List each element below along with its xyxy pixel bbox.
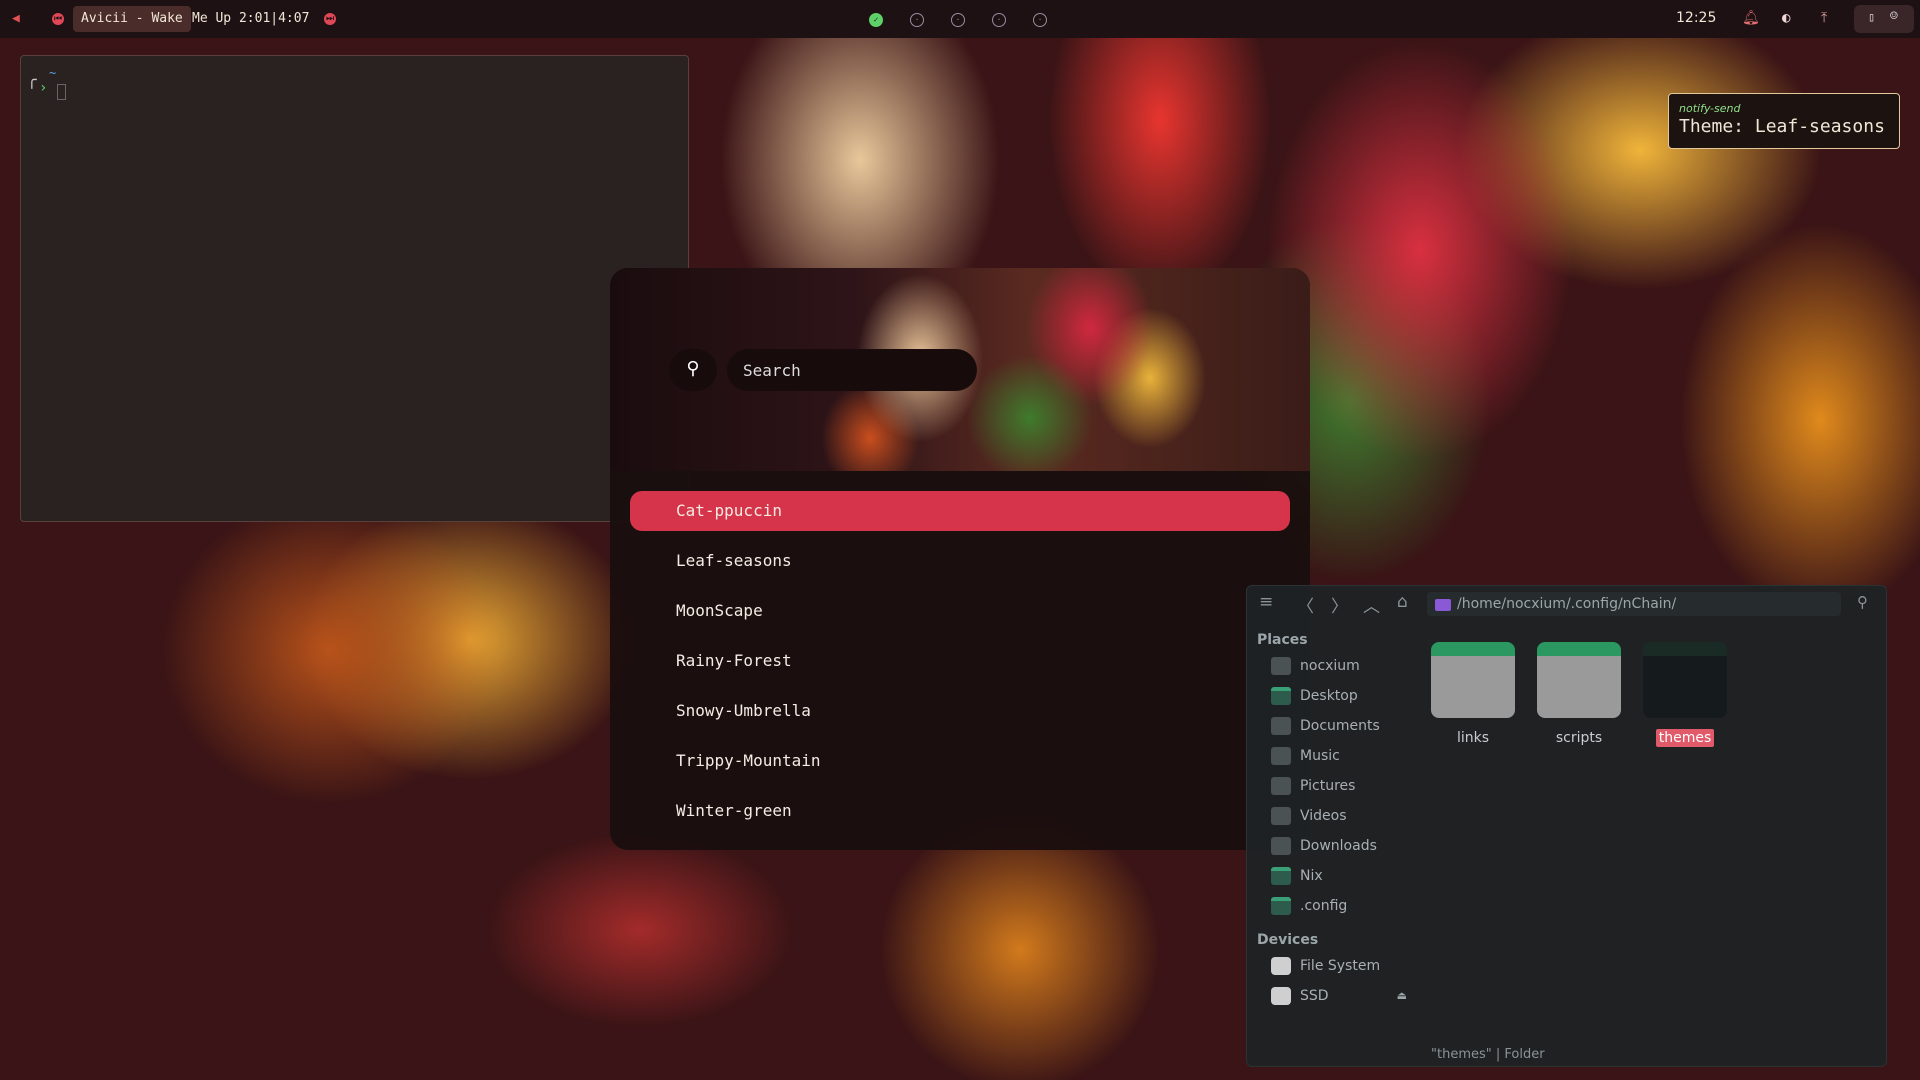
eject-icon[interactable]: ⏏	[1397, 984, 1407, 1008]
terminal-window[interactable]: ╭ ~ ›	[20, 55, 689, 522]
notification-body: Theme: Leaf-seasons	[1679, 116, 1885, 137]
music-folder-icon	[1271, 747, 1291, 765]
sidebar-item-config[interactable]: .config	[1271, 894, 1411, 918]
workspace-3-icon[interactable]: ·	[951, 13, 965, 27]
search-icon[interactable]: ⚲	[669, 349, 717, 391]
sidebar-item-videos[interactable]: Videos	[1271, 804, 1411, 828]
status-bar: "themes" | Folder	[1431, 1047, 1545, 1062]
sidebar-item-documents[interactable]: Documents	[1271, 714, 1411, 738]
folder-icon	[1537, 642, 1621, 718]
sidebar-item-filesystem[interactable]: File System	[1271, 954, 1411, 978]
menu-icon[interactable]: ≡	[1259, 592, 1273, 612]
disk-icon	[1271, 987, 1291, 1005]
toggle-icon[interactable]: ◐	[1782, 10, 1790, 26]
file-label: links	[1456, 730, 1490, 746]
documents-folder-icon	[1271, 717, 1291, 735]
sidebar: Places nocxium Desktop Documents Music P…	[1247, 622, 1417, 1032]
discord-icon[interactable]: ☺	[1890, 9, 1898, 24]
sidebar-item-nix[interactable]: Nix	[1271, 864, 1411, 888]
workspace-5-icon[interactable]: ·	[1033, 13, 1047, 27]
back-icon[interactable]: 〈	[1297, 592, 1314, 617]
clock[interactable]: 12:25	[1676, 10, 1716, 26]
system-tray: ▯ ☺	[1854, 5, 1914, 33]
list-item[interactable]: Cat-ppuccin	[630, 491, 1290, 531]
sidebar-item-music[interactable]: Music	[1271, 744, 1411, 768]
file-manager-window: ≡ 〈 〉 ︿ ⌂ /home/nocxium/.config/nChain/ …	[1246, 585, 1887, 1067]
phone-icon[interactable]: ▯	[1868, 10, 1875, 24]
list-item[interactable]: Winter-green	[630, 791, 1290, 831]
list-item[interactable]: Snowy-Umbrella	[630, 691, 1290, 731]
sidebar-item-home[interactable]: nocxium	[1271, 654, 1411, 678]
status-separator: |	[1495, 1047, 1501, 1062]
workspace-4-icon[interactable]: ·	[992, 13, 1006, 27]
location-path: /home/nocxium/.config/nChain/	[1457, 596, 1677, 612]
notification[interactable]: notify-send Theme: Leaf-seasons	[1668, 93, 1900, 149]
top-bar: ◀ ⏮ Avicii - Wake Me Up 2:01|4:07 ⏭ ✓ · …	[0, 0, 1920, 38]
file-item-links[interactable]: links	[1430, 642, 1516, 746]
media-prev-icon[interactable]: ⏮	[52, 13, 64, 25]
forward-icon[interactable]: 〉	[1331, 592, 1348, 617]
home-icon[interactable]: ⌂	[1397, 592, 1408, 612]
folder-icon	[1271, 687, 1291, 705]
list-item[interactable]: Trippy-Mountain	[630, 741, 1290, 781]
file-label: themes	[1642, 729, 1728, 747]
theme-launcher: ⚲ Cat-ppuccin Leaf-seasons MoonScape Rai…	[610, 268, 1310, 850]
media-progress: Me Up 2:01|4:07	[192, 11, 310, 26]
file-item-themes[interactable]: themes	[1642, 642, 1728, 747]
list-item[interactable]: MoonScape	[630, 591, 1290, 631]
location-bar[interactable]: /home/nocxium/.config/nChain/	[1427, 592, 1841, 616]
sidebar-item-ssd[interactable]: SSD ⏏	[1271, 984, 1411, 1008]
search-input[interactable]	[727, 349, 977, 391]
prompt-bracket-icon: ╭	[27, 70, 37, 89]
launcher-header-image: ⚲	[610, 268, 1310, 471]
notification-app: notify-send	[1679, 102, 1741, 115]
sidebar-item-downloads[interactable]: Downloads	[1271, 834, 1411, 858]
sidebar-item-pictures[interactable]: Pictures	[1271, 774, 1411, 798]
file-item-scripts[interactable]: scripts	[1536, 642, 1622, 746]
media-title[interactable]: Avicii - Wake	[73, 6, 191, 32]
disk-icon	[1271, 957, 1291, 975]
prompt-arrow-icon: ›	[39, 80, 48, 96]
workspace-2-icon[interactable]: ·	[910, 13, 924, 27]
terminal-cursor	[57, 84, 66, 100]
status-type: Folder	[1504, 1047, 1545, 1062]
search-icon[interactable]: ⚲	[1857, 593, 1868, 611]
status-name: "themes"	[1431, 1047, 1492, 1062]
videos-folder-icon	[1271, 807, 1291, 825]
file-label: scripts	[1555, 730, 1603, 746]
bell-icon[interactable]: 🔔︎	[1742, 10, 1760, 26]
parent-dir-icon[interactable]: ︿	[1363, 592, 1380, 617]
folder-icon	[1271, 867, 1291, 885]
file-manager-toolbar: ≡ 〈 〉 ︿ ⌂ /home/nocxium/.config/nChain/ …	[1247, 586, 1886, 622]
sidebar-item-desktop[interactable]: Desktop	[1271, 684, 1411, 708]
folder-icon	[1431, 642, 1515, 718]
upload-icon[interactable]: ⤒	[1821, 10, 1827, 26]
places-heading: Places	[1257, 632, 1308, 648]
prompt-directory: ~	[49, 66, 57, 80]
devices-heading: Devices	[1257, 932, 1319, 948]
folder-icon	[1643, 642, 1727, 718]
list-item[interactable]: Rainy-Forest	[630, 641, 1290, 681]
pictures-folder-icon	[1271, 777, 1291, 795]
folder-icon	[1435, 599, 1451, 611]
media-next-icon[interactable]: ⏭	[324, 13, 336, 25]
workspace-1-icon[interactable]: ✓	[869, 13, 883, 27]
volume-icon[interactable]: ◀	[12, 11, 20, 26]
theme-list: Cat-ppuccin Leaf-seasons MoonScape Rainy…	[630, 491, 1290, 841]
list-item[interactable]: Leaf-seasons	[630, 541, 1290, 581]
folder-icon	[1271, 897, 1291, 915]
home-folder-icon	[1271, 657, 1291, 675]
downloads-folder-icon	[1271, 837, 1291, 855]
